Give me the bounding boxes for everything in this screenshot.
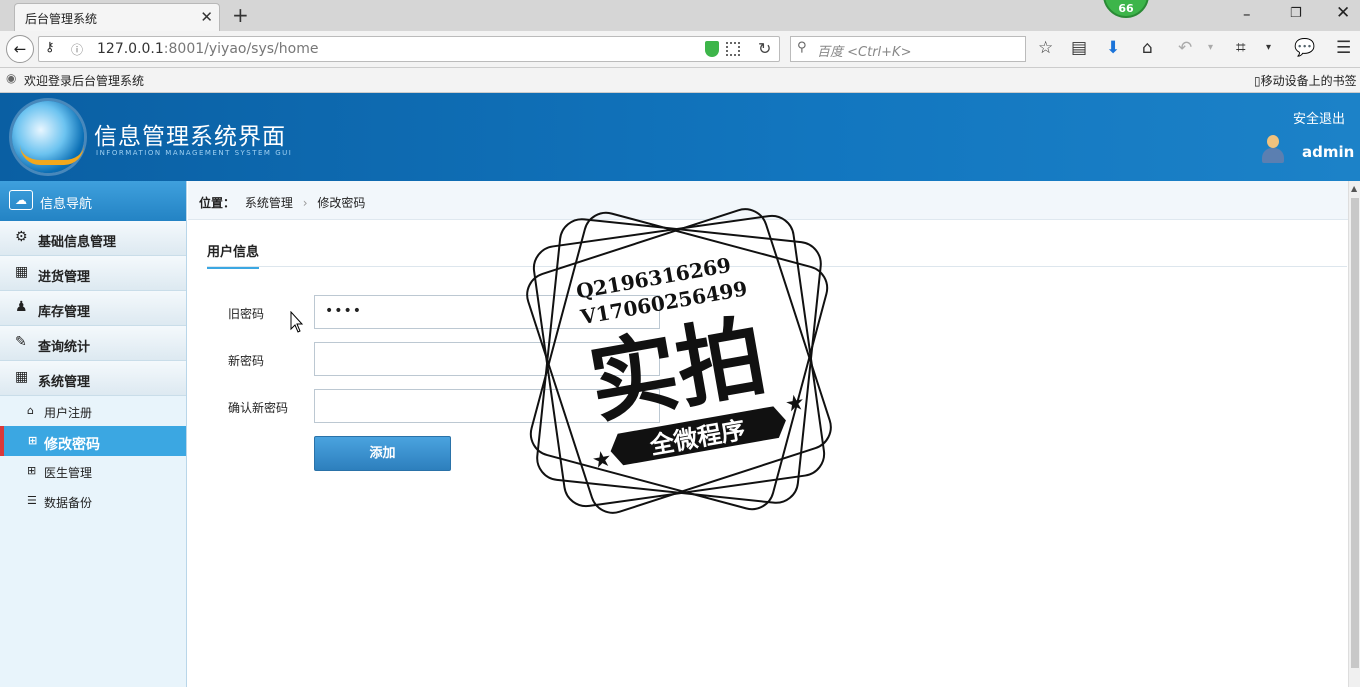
- qr-icon[interactable]: [726, 42, 740, 56]
- calendar-icon: ▦: [15, 369, 29, 385]
- sidebar-item-change-password[interactable]: ⊞ 修改密码: [0, 426, 186, 456]
- info-icon[interactable]: ⓘ: [71, 41, 83, 58]
- home-icon: ⌂: [27, 404, 34, 417]
- app-title: 信息管理系统界面: [94, 124, 286, 150]
- list-icon: ☰: [27, 494, 37, 507]
- add-button[interactable]: 添加: [314, 436, 451, 471]
- url-path: :8001/yiyao/sys/home: [163, 41, 319, 57]
- sidebar-title: 信息导航: [40, 197, 93, 212]
- crop-dropdown-icon[interactable]: ▾: [1266, 42, 1271, 53]
- sidebar-header: ☁ 信息导航: [0, 181, 186, 221]
- breadcrumb-current[interactable]: 修改密码: [317, 196, 365, 210]
- menu-label: 进货管理: [38, 270, 91, 285]
- menu-label: 查询统计: [38, 340, 91, 355]
- gears-icon: ⚙: [15, 229, 28, 245]
- username: admin: [1302, 143, 1355, 161]
- menu-label: 系统管理: [38, 375, 91, 390]
- breadcrumb-separator: ›: [302, 196, 308, 210]
- undo-dropdown-icon[interactable]: ▾: [1208, 42, 1213, 53]
- search-placeholder: 百度 <Ctrl+K>: [817, 45, 912, 60]
- close-tab-icon[interactable]: ✕: [200, 8, 213, 26]
- close-window-icon[interactable]: ✕: [1336, 3, 1350, 23]
- user-icon: ♟: [15, 299, 28, 315]
- sidebar-item-label: 修改密码: [44, 437, 100, 453]
- scrollbar[interactable]: ▲: [1348, 181, 1360, 687]
- scroll-up-icon[interactable]: ▲: [1351, 184, 1357, 193]
- shield-icon[interactable]: [705, 41, 719, 57]
- star-icon[interactable]: ☆: [1038, 38, 1053, 58]
- bookmark-bar: ◉ 欢迎登录后台管理系统 ▯移动设备上的书签: [0, 68, 1360, 93]
- breadcrumb-label: 位置：: [199, 196, 236, 210]
- sidebar-item-label: 用户注册: [44, 406, 93, 420]
- bookmark-welcome[interactable]: 欢迎登录后台管理系统: [24, 72, 144, 89]
- restore-icon[interactable]: ❐: [1290, 6, 1302, 21]
- new-password-label: 新密码: [228, 354, 265, 368]
- undo-icon[interactable]: ↶: [1178, 38, 1192, 58]
- watermark-stamp: Q2196316269 V17060256499 实拍 全微程序 ★ ★: [526, 208, 832, 514]
- menu-inventory[interactable]: ♟ 库存管理: [0, 291, 186, 326]
- sidebar-item-backup[interactable]: ☰ 数据备份: [0, 486, 186, 516]
- grid-icon: ⊞: [28, 434, 38, 447]
- navigation-bar: ← ⚷ ⓘ 127.0.0.1:8001/yiyao/sys/home ↻ ⚲ …: [0, 31, 1360, 68]
- menu-query-stats[interactable]: ✎ 查询统计: [0, 326, 186, 361]
- menu-basic-info[interactable]: ⚙ 基础信息管理: [0, 221, 186, 256]
- sidebar-item-label: 医生管理: [44, 466, 93, 480]
- menu-label: 库存管理: [38, 305, 91, 320]
- bookmark-mobile-label: 移动设备上的书签: [1260, 74, 1357, 88]
- reader-icon[interactable]: ▤: [1071, 38, 1087, 58]
- counter-badge[interactable]: 66: [1103, 0, 1149, 18]
- browser-tab[interactable]: 后台管理系统 ✕: [14, 3, 220, 31]
- download-icon[interactable]: ⬇: [1106, 38, 1120, 58]
- cloud-icon: ☁: [9, 190, 33, 210]
- sidebar-item-label: 数据备份: [44, 496, 93, 510]
- sidebar-item-user-register[interactable]: ⌂ 用户注册: [0, 396, 186, 426]
- search-box[interactable]: ⚲ 百度 <Ctrl+K>: [790, 36, 1026, 62]
- globe-logo-icon: [12, 101, 84, 173]
- app-subtitle: INFORMATION MANAGEMENT SYSTEM GUI: [96, 149, 293, 157]
- scroll-thumb[interactable]: [1351, 198, 1359, 668]
- minimize-icon[interactable]: –: [1243, 5, 1251, 23]
- breadcrumb-system[interactable]: 系统管理: [245, 196, 293, 210]
- back-arrow-icon[interactable]: ←: [6, 35, 34, 63]
- phone-icon: ▯: [1254, 74, 1261, 88]
- url-text: 127.0.0.1:8001/yiyao/sys/home: [97, 41, 318, 57]
- star-icon: ★: [783, 390, 807, 418]
- avatar: [1260, 135, 1286, 163]
- chat-icon[interactable]: 💬: [1294, 38, 1315, 58]
- app-header: 信息管理系统界面 INFORMATION MANAGEMENT SYSTEM G…: [0, 93, 1360, 181]
- calendar-icon: ▦: [15, 264, 29, 280]
- confirm-password-label: 确认新密码: [228, 401, 289, 415]
- star-icon: ★: [590, 446, 614, 474]
- tab-user-info[interactable]: 用户信息: [207, 241, 260, 269]
- logout-link[interactable]: 安全退出: [1293, 108, 1345, 127]
- menu-icon[interactable]: ☰: [1336, 38, 1351, 58]
- old-password-label: 旧密码: [228, 307, 265, 321]
- grid-icon: ⊞: [27, 464, 37, 477]
- home-icon[interactable]: ⌂: [1142, 38, 1153, 58]
- reload-icon[interactable]: ↻: [758, 39, 771, 58]
- globe-icon: ◉: [6, 71, 17, 85]
- menu-label: 基础信息管理: [38, 235, 117, 250]
- url-host: 127.0.0.1: [97, 41, 164, 57]
- menu-purchase[interactable]: ▦ 进货管理: [0, 256, 186, 291]
- key-icon[interactable]: ⚷: [45, 40, 55, 55]
- edit-icon: ✎: [15, 334, 27, 350]
- bookmark-mobile[interactable]: ▯移动设备上的书签: [1254, 72, 1357, 89]
- crop-icon[interactable]: ⌗: [1236, 38, 1246, 58]
- new-tab-button[interactable]: +: [232, 3, 249, 27]
- sidebar-item-doctor[interactable]: ⊞ 医生管理: [0, 456, 186, 486]
- search-icon: ⚲: [797, 40, 807, 55]
- mouse-cursor-icon: [290, 311, 304, 333]
- menu-system[interactable]: ▦ 系统管理: [0, 361, 186, 396]
- sidebar: ☁ 信息导航 ⚙ 基础信息管理 ▦ 进货管理 ♟ 库存管理 ✎ 查询统计 ▦ 系统管理 ⌂…: [0, 181, 187, 687]
- tab-title: 后台管理系统: [25, 12, 98, 26]
- tab-strip: 后台管理系统 ✕ + 66 – ❐ ✕: [0, 0, 1360, 31]
- address-bar[interactable]: ⚷ ⓘ 127.0.0.1:8001/yiyao/sys/home ↻: [38, 36, 780, 62]
